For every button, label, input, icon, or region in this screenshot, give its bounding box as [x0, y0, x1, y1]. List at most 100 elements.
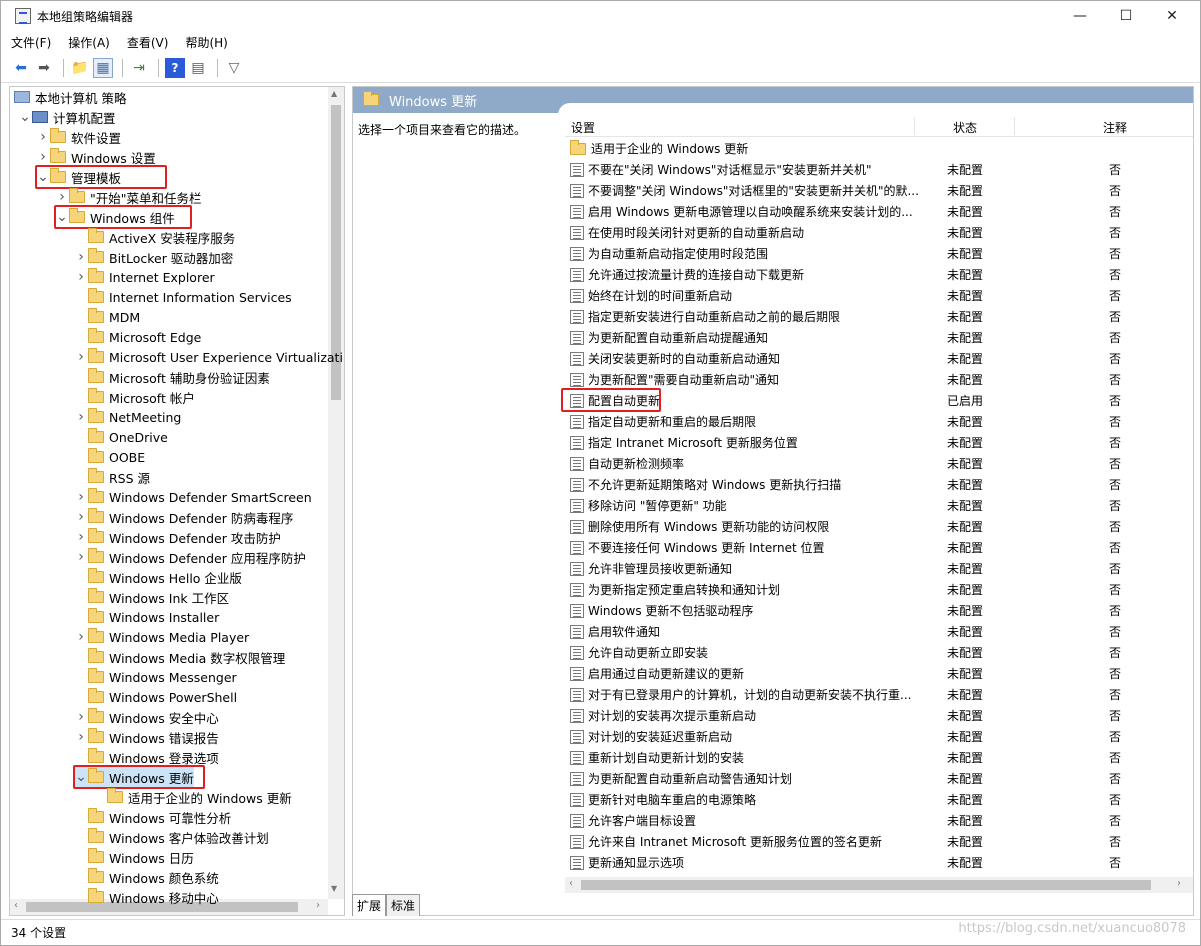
tree-item[interactable]: Windows PowerShell [74, 687, 237, 707]
tab-extended[interactable]: 扩展 [352, 894, 387, 916]
tree-item[interactable]: Windows Media 数字权限管理 [74, 647, 285, 667]
tree-item[interactable]: › "开始"菜单和任务栏 [55, 187, 202, 207]
back-arrow-icon[interactable]: ⬅ [11, 58, 31, 78]
policy-row[interactable]: 自动更新检测频率 未配置 否 [565, 453, 1185, 474]
policy-row[interactable]: 更新针对电脑车重启的电源策略 未配置 否 [565, 789, 1185, 810]
policy-row[interactable]: 关闭安装更新时的自动重新启动通知 未配置 否 [565, 348, 1185, 369]
policy-row[interactable]: 对计划的安装延迟重新启动 未配置 否 [565, 726, 1185, 747]
tree-item[interactable]: MDM [74, 307, 140, 327]
menu-action[interactable]: 操作(A) [68, 34, 110, 51]
tree-item[interactable]: ActiveX 安装程序服务 [74, 227, 235, 247]
tree-item[interactable]: Windows 颜色系统 [74, 867, 219, 887]
up-folder-icon[interactable]: 📁 [70, 58, 90, 78]
maximize-button[interactable]: ☐ [1103, 1, 1149, 31]
properties-icon[interactable]: ▤ [188, 58, 208, 78]
export-list-icon[interactable]: ⇥ [129, 58, 149, 78]
policy-row[interactable]: 不要调整"关闭 Windows"对话框里的"安装更新并关机"的默... 未配置 否 [565, 180, 1185, 201]
tree-item[interactable]: › NetMeeting [74, 407, 181, 427]
tree-item[interactable]: Windows Ink 工作区 [74, 587, 229, 607]
policy-row[interactable]: 允许通过按流量计费的连接自动下载更新 未配置 否 [565, 264, 1185, 285]
collapsed-chevron-icon[interactable]: › [74, 529, 88, 545]
expanded-chevron-icon[interactable]: ⌄ [18, 110, 32, 124]
collapsed-chevron-icon[interactable]: › [74, 629, 88, 645]
tree-item[interactable]: Windows Hello 企业版 [74, 567, 242, 587]
collapsed-chevron-icon[interactable]: › [74, 729, 88, 745]
tree-item[interactable]: Microsoft 帐户 [74, 387, 195, 407]
policy-row[interactable]: 不允许更新延期策略对 Windows 更新执行扫描 未配置 否 [565, 474, 1185, 495]
collapsed-chevron-icon[interactable]: › [74, 269, 88, 285]
tree-item[interactable]: › Windows 安全中心 [74, 707, 219, 727]
policy-row[interactable]: 在使用时段关闭针对更新的自动重新启动 未配置 否 [565, 222, 1185, 243]
tree-item[interactable]: › Windows Defender 攻击防护 [74, 527, 281, 547]
tree-item[interactable]: Windows 可靠性分析 [74, 807, 231, 827]
collapsed-chevron-icon[interactable]: › [74, 709, 88, 725]
tree-item[interactable]: › Windows Defender SmartScreen [74, 487, 312, 507]
col-divider[interactable] [1014, 117, 1015, 135]
tree-item[interactable]: Microsoft Edge [74, 327, 201, 347]
tree-item[interactable]: › Windows Media Player [74, 627, 249, 647]
tab-standard[interactable]: 标准 [386, 894, 421, 916]
tree-item[interactable]: ⌄ 计算机配置 [18, 107, 115, 127]
tree-item[interactable]: › BitLocker 驱动器加密 [74, 247, 233, 267]
policy-row[interactable]: 更新通知显示选项 未配置 否 [565, 852, 1185, 873]
collapsed-chevron-icon[interactable]: › [74, 549, 88, 565]
collapsed-chevron-icon[interactable]: › [74, 509, 88, 525]
menu-file[interactable]: 文件(F) [11, 34, 51, 51]
tree-item[interactable]: Windows 客户体验改善计划 [74, 827, 269, 847]
tree-item[interactable]: › Microsoft User Experience Virtualizati [74, 347, 343, 367]
col-state[interactable]: 状态 [953, 119, 977, 136]
policy-row[interactable]: 删除使用所有 Windows 更新功能的访问权限 未配置 否 [565, 516, 1185, 537]
filter-icon[interactable]: ▽ [224, 58, 244, 78]
minimize-button[interactable]: — [1057, 1, 1103, 31]
tree-item[interactable]: OOBE [74, 447, 145, 467]
policy-row[interactable]: 对于有已登录用户的计算机，计划的自动更新安装不执行重... 未配置 否 [565, 684, 1185, 705]
policy-row[interactable]: 启用 Windows 更新电源管理以自动唤醒系统来安装计划的... 未配置 否 [565, 201, 1185, 222]
policy-row[interactable]: 允许客户端目标设置 未配置 否 [565, 810, 1185, 831]
scroll-left-icon[interactable]: ‹ [14, 900, 18, 911]
collapsed-chevron-icon[interactable]: › [55, 189, 69, 205]
collapsed-chevron-icon[interactable]: › [74, 349, 88, 365]
scroll-down-icon[interactable]: ▼ [331, 884, 337, 893]
policy-row[interactable]: 为更新指定预定重启转换和通知计划 未配置 否 [565, 579, 1185, 600]
scroll-right-icon[interactable]: › [1177, 878, 1181, 889]
collapsed-chevron-icon[interactable]: › [74, 409, 88, 425]
list-hscroll-thumb[interactable] [581, 880, 1151, 890]
menu-help[interactable]: 帮助(H) [185, 34, 227, 51]
tree-root[interactable]: 本地计算机 策略 [14, 87, 126, 107]
list-horizontal-scrollbar[interactable]: ‹ › [565, 877, 1193, 893]
tree-item[interactable]: › 软件设置 [36, 127, 121, 147]
collapsed-chevron-icon[interactable]: › [74, 489, 88, 505]
tree-item[interactable]: Windows Installer [74, 607, 219, 627]
policy-row[interactable]: 启用通过自动更新建议的更新 未配置 否 [565, 663, 1185, 684]
scroll-right-icon[interactable]: › [316, 900, 320, 911]
tree-vertical-scrollbar[interactable]: ▲ ▼ [328, 87, 344, 899]
policy-row[interactable]: 移除访问 "暂停更新" 功能 未配置 否 [565, 495, 1185, 516]
tree-item[interactable]: 适用于企业的 Windows 更新 [93, 787, 292, 807]
policy-row[interactable]: 对计划的安装再次提示重新启动 未配置 否 [565, 705, 1185, 726]
policy-row[interactable]: 重新计划自动更新计划的安装 未配置 否 [565, 747, 1185, 768]
tree-item[interactable]: › Windows 设置 [36, 147, 156, 167]
scroll-left-icon[interactable]: ‹ [569, 878, 573, 889]
tree-item[interactable]: Windows 移动中心 [74, 887, 219, 907]
policy-row[interactable]: 不要连接任何 Windows 更新 Internet 位置 未配置 否 [565, 537, 1185, 558]
collapsed-chevron-icon[interactable]: › [74, 249, 88, 265]
policy-row[interactable]: 为更新配置自动重新启动警告通知计划 未配置 否 [565, 768, 1185, 789]
policy-row[interactable]: 始终在计划的时间重新启动 未配置 否 [565, 285, 1185, 306]
policy-row[interactable]: 允许非管理员接收更新通知 未配置 否 [565, 558, 1185, 579]
col-divider[interactable] [914, 117, 915, 135]
tree-item[interactable]: Microsoft 辅助身份验证因素 [74, 367, 270, 387]
policy-row[interactable]: 允许自动更新立即安装 未配置 否 [565, 642, 1185, 663]
tree-item[interactable]: Windows 登录选项 [74, 747, 219, 767]
forward-arrow-icon[interactable]: ➡ [34, 58, 54, 78]
policy-row[interactable]: 指定 Intranet Microsoft 更新服务位置 未配置 否 [565, 432, 1185, 453]
tree-item[interactable]: › Windows 错误报告 [74, 727, 219, 747]
list-folder-row[interactable]: 适用于企业的 Windows 更新 [565, 138, 1185, 159]
policy-row[interactable]: 指定更新安装进行自动重新启动之前的最后期限 未配置 否 [565, 306, 1185, 327]
policy-row[interactable]: 为更新配置自动重新启动提醒通知 未配置 否 [565, 327, 1185, 348]
collapsed-chevron-icon[interactable]: › [36, 149, 50, 165]
tree-item[interactable]: OneDrive [74, 427, 168, 447]
tree-item[interactable]: RSS 源 [74, 467, 150, 487]
policy-row[interactable]: 指定自动更新和重启的最后期限 未配置 否 [565, 411, 1185, 432]
show-hide-tree-icon[interactable]: ▦ [93, 57, 113, 78]
help-icon[interactable]: ? [165, 57, 185, 78]
